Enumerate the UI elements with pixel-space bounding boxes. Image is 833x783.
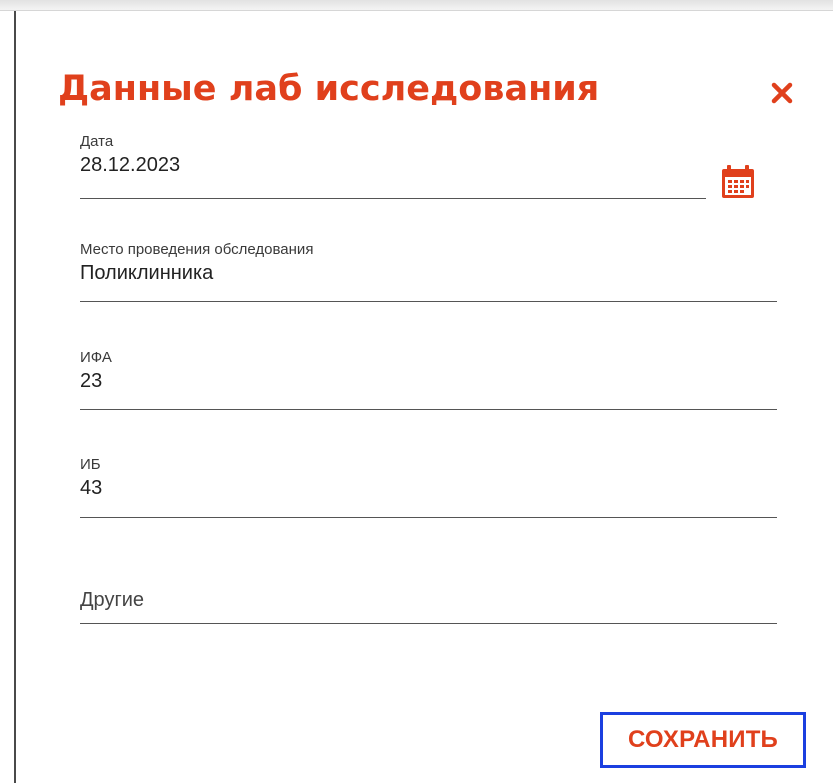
other-underline <box>80 623 777 624</box>
place-underline <box>80 301 777 302</box>
ifa-underline <box>80 409 777 410</box>
calendar-icon <box>722 165 754 198</box>
ifa-input[interactable] <box>80 368 777 394</box>
close-icon <box>771 82 793 104</box>
window-top-edge <box>0 0 833 11</box>
dialog-title: Данные лаб исследования <box>58 69 600 109</box>
calendar-button[interactable] <box>720 164 756 200</box>
date-field: Дата <box>80 132 706 199</box>
date-underline <box>80 198 706 199</box>
ib-input[interactable] <box>80 475 777 501</box>
place-label: Место проведения обследования <box>80 241 314 258</box>
place-field: Место проведения обследования <box>80 240 777 302</box>
ifa-field: ИФА <box>80 348 777 410</box>
save-button[interactable]: СОХРАНИТЬ <box>600 712 806 768</box>
other-field <box>80 587 777 624</box>
close-button[interactable] <box>764 75 800 111</box>
date-label: Дата <box>80 133 114 150</box>
place-input[interactable] <box>80 260 777 286</box>
date-input[interactable] <box>80 152 706 178</box>
ib-label: ИБ <box>80 456 101 473</box>
lab-data-dialog: Данные лаб исследования Дата 28.12.2023 … <box>14 11 833 783</box>
ifa-label: ИФА <box>80 349 112 366</box>
other-input[interactable] <box>80 587 777 613</box>
ib-underline <box>80 517 777 518</box>
ib-field: ИБ <box>80 455 777 518</box>
